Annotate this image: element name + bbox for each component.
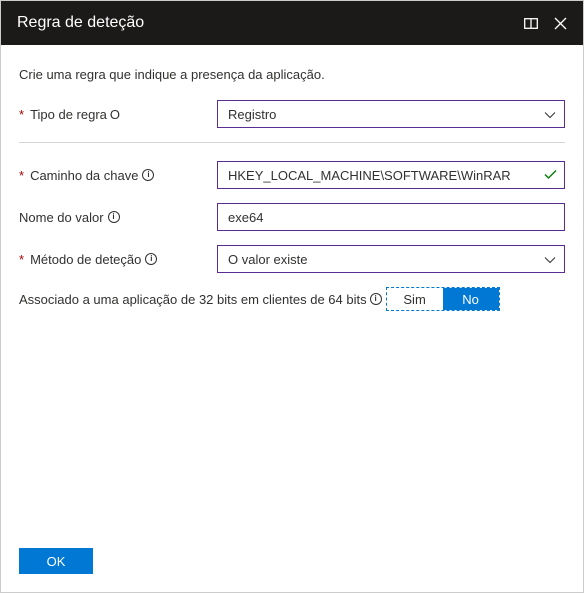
detection-method-select[interactable]: O valor existe bbox=[217, 245, 565, 273]
rule-type-row: * Tipo de regra O Registro bbox=[19, 100, 565, 128]
detection-method-label: * Método de deteção i bbox=[19, 252, 217, 267]
detection-method-control: O valor existe bbox=[217, 245, 565, 273]
detection-method-label-text: Método de deteção bbox=[30, 252, 141, 267]
info-icon[interactable]: i bbox=[108, 211, 120, 223]
chevron-down-icon bbox=[544, 107, 556, 122]
rule-type-select[interactable]: Registro bbox=[217, 100, 565, 128]
associated-label: Associado a uma aplicação de 32 bits em … bbox=[19, 292, 382, 307]
required-marker: * bbox=[19, 107, 24, 122]
dialog-header: Regra de deteção bbox=[1, 1, 583, 45]
required-marker: * bbox=[19, 252, 24, 267]
detection-method-row: * Método de deteção i O valor existe bbox=[19, 245, 565, 273]
info-icon[interactable]: i bbox=[370, 293, 382, 305]
value-name-row: Nome do valor i bbox=[19, 203, 565, 231]
value-name-label-text: Nome do valor bbox=[19, 210, 104, 225]
associated-row: Associado a uma aplicação de 32 bits em … bbox=[19, 287, 565, 311]
key-path-row: * Caminho da chave i bbox=[19, 161, 565, 189]
associated-toggle: Sim No bbox=[386, 287, 500, 311]
description-text: Crie uma regra que indique a presença da… bbox=[19, 67, 565, 82]
required-marker: * bbox=[19, 168, 24, 183]
value-name-label: Nome do valor i bbox=[19, 210, 217, 225]
key-path-label-text: Caminho da chave bbox=[30, 168, 138, 183]
close-icon[interactable] bbox=[554, 17, 567, 30]
rule-type-label-text: Tipo de regra bbox=[30, 107, 107, 122]
chevron-down-icon bbox=[544, 252, 556, 267]
rule-type-label: * Tipo de regra O bbox=[19, 107, 217, 122]
dialog-content: Crie uma regra que indique a presença da… bbox=[1, 45, 583, 534]
value-name-input[interactable] bbox=[217, 203, 565, 231]
detection-method-value: O valor existe bbox=[228, 252, 307, 267]
rule-type-value: Registro bbox=[228, 107, 276, 122]
rule-type-label-suffix: O bbox=[110, 107, 120, 122]
dialog-footer: OK bbox=[1, 534, 583, 592]
value-name-control bbox=[217, 203, 565, 231]
expand-icon[interactable] bbox=[524, 18, 538, 29]
header-actions bbox=[524, 17, 567, 30]
key-path-label: * Caminho da chave i bbox=[19, 168, 217, 183]
info-icon[interactable]: i bbox=[145, 253, 157, 265]
toggle-no[interactable]: No bbox=[443, 288, 499, 310]
ok-button[interactable]: OK bbox=[19, 548, 93, 574]
dialog-title: Regra de deteção bbox=[17, 14, 144, 32]
associated-label-text: Associado a uma aplicação de 32 bits em … bbox=[19, 292, 367, 307]
key-path-input[interactable] bbox=[217, 161, 565, 189]
rule-type-control: Registro bbox=[217, 100, 565, 128]
info-icon[interactable]: i bbox=[142, 169, 154, 181]
divider bbox=[19, 142, 565, 143]
key-path-control bbox=[217, 161, 565, 189]
toggle-yes[interactable]: Sim bbox=[387, 288, 443, 310]
